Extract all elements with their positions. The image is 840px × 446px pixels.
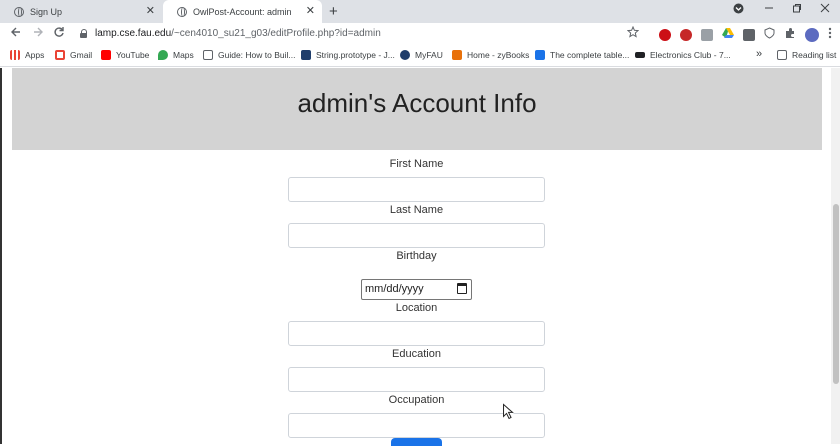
page-content: admin's Account Info First Name Last Nam… <box>0 68 840 446</box>
electronics-icon <box>635 52 645 58</box>
education-input[interactable] <box>288 367 545 392</box>
tab-strip: Sign Up ✕ OwlPost-Account: admin ✕ + <box>0 0 840 24</box>
browser-toolbar: lamp.cse.fau.edu/~cen4010_su21_g03/editP… <box>0 23 840 45</box>
extension-grid-icon[interactable] <box>743 29 755 41</box>
tab-owlpost-account[interactable]: OwlPost-Account: admin ✕ <box>163 0 322 24</box>
window-edge <box>0 68 2 444</box>
tab-title: Sign Up <box>30 6 63 17</box>
youtube-icon <box>101 50 111 60</box>
maps-pin-icon <box>158 50 168 60</box>
first-name-label: First Name <box>389 158 444 170</box>
bookmark-blue-icon <box>535 50 545 60</box>
birthday-placeholder: mm/dd/yyyy <box>365 283 424 295</box>
bookmark-complete-table[interactable]: The complete table... <box>535 50 629 60</box>
bookmark-youtube[interactable]: YouTube <box>101 50 149 60</box>
last-name-input[interactable] <box>288 223 545 248</box>
url-host: lamp.cse.fau.edu <box>95 28 172 39</box>
location-input[interactable] <box>288 321 545 346</box>
last-name-label: Last Name <box>389 204 444 216</box>
birthday-label: Birthday <box>396 250 437 262</box>
minimize-icon[interactable] <box>764 3 774 16</box>
location-label: Location <box>395 302 438 314</box>
zybooks-icon <box>452 50 462 60</box>
lock-icon[interactable] <box>80 29 88 38</box>
opera-extension-icon[interactable] <box>659 29 671 41</box>
browser-chrome: Sign Up ✕ OwlPost-Account: admin ✕ + lam… <box>0 0 840 68</box>
tab-title: OwlPost-Account: admin <box>193 7 292 17</box>
education-label: Education <box>392 348 441 360</box>
more-menu-icon[interactable] <box>828 26 832 44</box>
page-scrollbar[interactable] <box>831 68 840 444</box>
puzzle-extensions-icon[interactable] <box>784 26 796 44</box>
tab-sign-up[interactable]: Sign Up ✕ <box>0 0 162 23</box>
birthday-date-input[interactable]: mm/dd/yyyy <box>361 279 472 300</box>
globe-icon <box>14 6 24 17</box>
profile-avatar[interactable] <box>805 28 819 42</box>
screenshot-extension-icon[interactable] <box>701 29 713 41</box>
star-bookmark-icon[interactable] <box>626 25 640 41</box>
address-bar[interactable]: lamp.cse.fau.edu/~cen4010_su21_g03/editP… <box>95 28 381 39</box>
bookmark-electronics-club[interactable]: Electronics Club - 7... <box>635 50 731 60</box>
reading-list[interactable]: Reading list <box>777 50 836 60</box>
bookmark-guide[interactable]: Guide: How to Buil... <box>203 50 295 60</box>
bookmark-zybooks[interactable]: Home - zyBooks <box>452 50 529 60</box>
url-path: /~cen4010_su21_g03/editProfile.php?id=ad… <box>171 28 381 39</box>
scrollbar-thumb[interactable] <box>833 204 839 384</box>
new-tab-button[interactable]: + <box>329 3 338 20</box>
google-drive-icon[interactable] <box>722 26 734 44</box>
submit-button[interactable] <box>391 438 442 446</box>
bookmark-maps[interactable]: Maps <box>158 50 194 60</box>
bookmark-myfau[interactable]: MyFAU <box>400 50 443 60</box>
gmail-icon <box>55 50 65 60</box>
bookmarks-bar: Apps Gmail YouTube Maps Guide: How to Bu… <box>0 45 840 67</box>
restore-icon[interactable] <box>792 3 802 16</box>
tab-search-icon[interactable] <box>733 3 744 17</box>
bookmark-apps[interactable]: Apps <box>10 50 44 60</box>
close-tab-icon[interactable]: ✕ <box>306 5 315 17</box>
forward-arrow-icon[interactable] <box>32 26 44 41</box>
bookmarks-overflow[interactable]: » <box>756 48 762 60</box>
apps-grid-icon <box>10 50 20 60</box>
bookmark-gmail[interactable]: Gmail <box>55 50 92 60</box>
reading-list-icon <box>777 50 787 60</box>
account-banner: admin's Account Info <box>12 68 822 150</box>
ublock-extension-icon[interactable] <box>680 29 692 41</box>
globe-icon <box>177 7 187 17</box>
first-name-input[interactable] <box>288 177 545 202</box>
back-arrow-icon[interactable] <box>10 26 22 41</box>
close-tab-icon[interactable]: ✕ <box>146 5 155 17</box>
owl-icon <box>400 50 410 60</box>
reload-icon[interactable] <box>53 26 65 41</box>
shield-icon[interactable] <box>764 26 775 44</box>
bookmark-string-prototype[interactable]: String.prototype - J... <box>301 50 395 60</box>
guide-icon <box>203 50 213 60</box>
mdn-icon <box>301 50 311 60</box>
calendar-icon[interactable] <box>457 283 467 294</box>
mouse-cursor <box>500 403 514 420</box>
page-title: admin's Account Info <box>297 88 537 118</box>
extensions-bar <box>659 26 832 44</box>
close-window-icon[interactable] <box>820 3 830 16</box>
